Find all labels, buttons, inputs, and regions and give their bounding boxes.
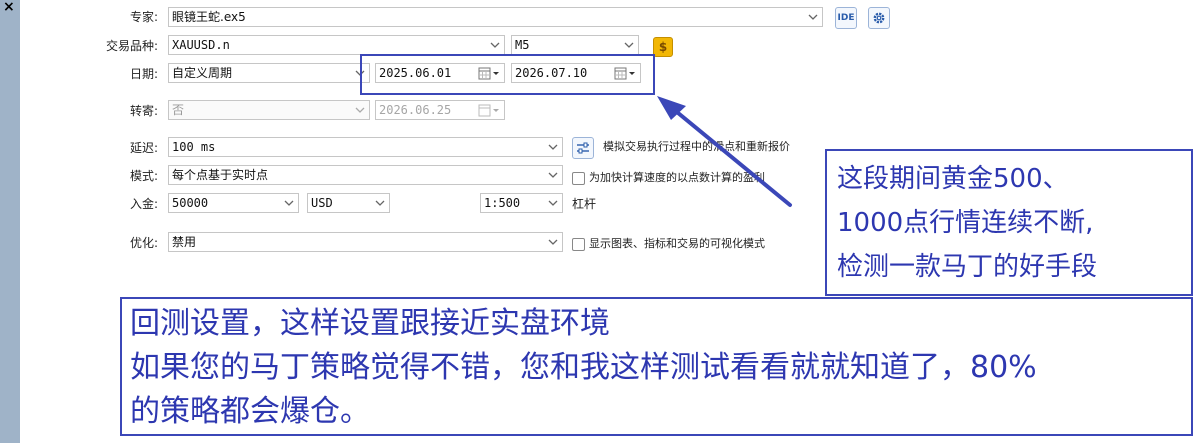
chevron-down-icon (623, 39, 635, 51)
chevron-down-icon (547, 236, 559, 248)
date-mode-value: 自定义周期 (172, 66, 233, 80)
currency-value: USD (311, 196, 333, 210)
visual-mode-checkbox[interactable] (572, 238, 585, 251)
annotation-bottom-line: 回测设置，这样设置跟接近实盘环境 (130, 306, 610, 341)
ide-button[interactable]: IDE (835, 7, 857, 29)
annotation-right-line: 检测一款马丁的好手段 (837, 252, 1098, 282)
forward-value: 否 (172, 103, 185, 117)
optimization-label: 优化: (129, 236, 158, 250)
forward-date-value: 2026.06.25 (379, 103, 452, 117)
points-profit-checkbox[interactable] (572, 172, 585, 185)
gear-icon (872, 11, 886, 28)
expert-select[interactable]: 眼镜王蛇.ex5 (168, 7, 823, 27)
chevron-down-icon (374, 197, 386, 209)
forward-date-picker[interactable]: 2026.06.25 (375, 100, 505, 120)
delay-select[interactable]: 100 ms (168, 137, 563, 157)
deposit-amount-select[interactable]: 50000 (168, 193, 299, 213)
settings-button[interactable] (868, 7, 890, 29)
chevron-down-icon (547, 169, 559, 181)
forward-select[interactable]: 否 (168, 100, 370, 120)
model-value: 每个点基于实时点 (172, 168, 269, 182)
symbol-value: XAUUSD.n (172, 38, 230, 52)
chevron-down-icon (547, 141, 559, 153)
timeframe-value: M5 (515, 38, 530, 52)
side-strip: × (0, 0, 20, 443)
date-mode-select[interactable]: 自定义周期 (168, 63, 370, 83)
sliders-icon (576, 141, 590, 158)
calendar-icon (478, 104, 500, 117)
model-label: 模式: (129, 169, 158, 183)
annotation-bottom-line: 的策略都会爆仓。 (130, 394, 370, 429)
timeframe-select[interactable]: M5 (511, 35, 639, 55)
symbol-properties-button[interactable]: $ (653, 37, 673, 57)
close-icon[interactable]: × (3, 0, 15, 15)
forward-label: 转寄: (129, 104, 158, 118)
optimization-select[interactable]: 禁用 (168, 232, 563, 252)
leverage-label: 杠杆 (572, 197, 597, 211)
optimization-value: 禁用 (172, 235, 197, 249)
deposit-amount-value: 50000 (172, 196, 209, 210)
annotation-right-line: 1000点行情连续不断, (837, 208, 1094, 238)
chevron-down-icon (354, 104, 366, 116)
symbol-label: 交易品种: (105, 39, 158, 53)
currency-select[interactable]: USD (307, 193, 390, 213)
visual-mode-label: 显示图表、指标和交易的可视化模式 (589, 237, 765, 250)
date-label: 日期: (129, 67, 158, 81)
delay-note: 模拟交易执行过程中的滑点和重新报价 (603, 140, 790, 153)
annotation-right-line: 这段期间黄金500、 (837, 164, 1069, 194)
chevron-down-icon (547, 197, 559, 209)
deposit-label: 入金: (129, 197, 158, 211)
expert-label: 专家: (129, 10, 158, 24)
chevron-down-icon (807, 11, 819, 23)
annotation-bottom-line: 如果您的马丁策略觉得不错，您和我这样测试看看就就知道了，80% (130, 350, 1037, 385)
leverage-value: 1:500 (484, 196, 521, 210)
delay-value: 100 ms (172, 140, 216, 154)
chevron-down-icon (283, 197, 295, 209)
symbol-select[interactable]: XAUUSD.n (168, 35, 505, 55)
delay-label: 延迟: (129, 141, 158, 155)
expert-value: 眼镜王蛇.ex5 (172, 10, 246, 24)
delay-settings-button[interactable] (572, 137, 594, 159)
points-profit-label: 为加快计算速度的以点数计算的盈利 (589, 171, 765, 184)
annotation-right-box: 这段期间黄金500、 1000点行情连续不断, 检测一款马丁的好手段 (825, 149, 1193, 296)
leverage-select[interactable]: 1:500 (480, 193, 563, 213)
model-select[interactable]: 每个点基于实时点 (168, 165, 563, 185)
annotation-bottom-box: 回测设置，这样设置跟接近实盘环境 如果您的马丁策略觉得不错，您和我这样测试看看就… (120, 297, 1193, 436)
chevron-down-icon (489, 39, 501, 51)
date-range-highlight (360, 54, 655, 95)
